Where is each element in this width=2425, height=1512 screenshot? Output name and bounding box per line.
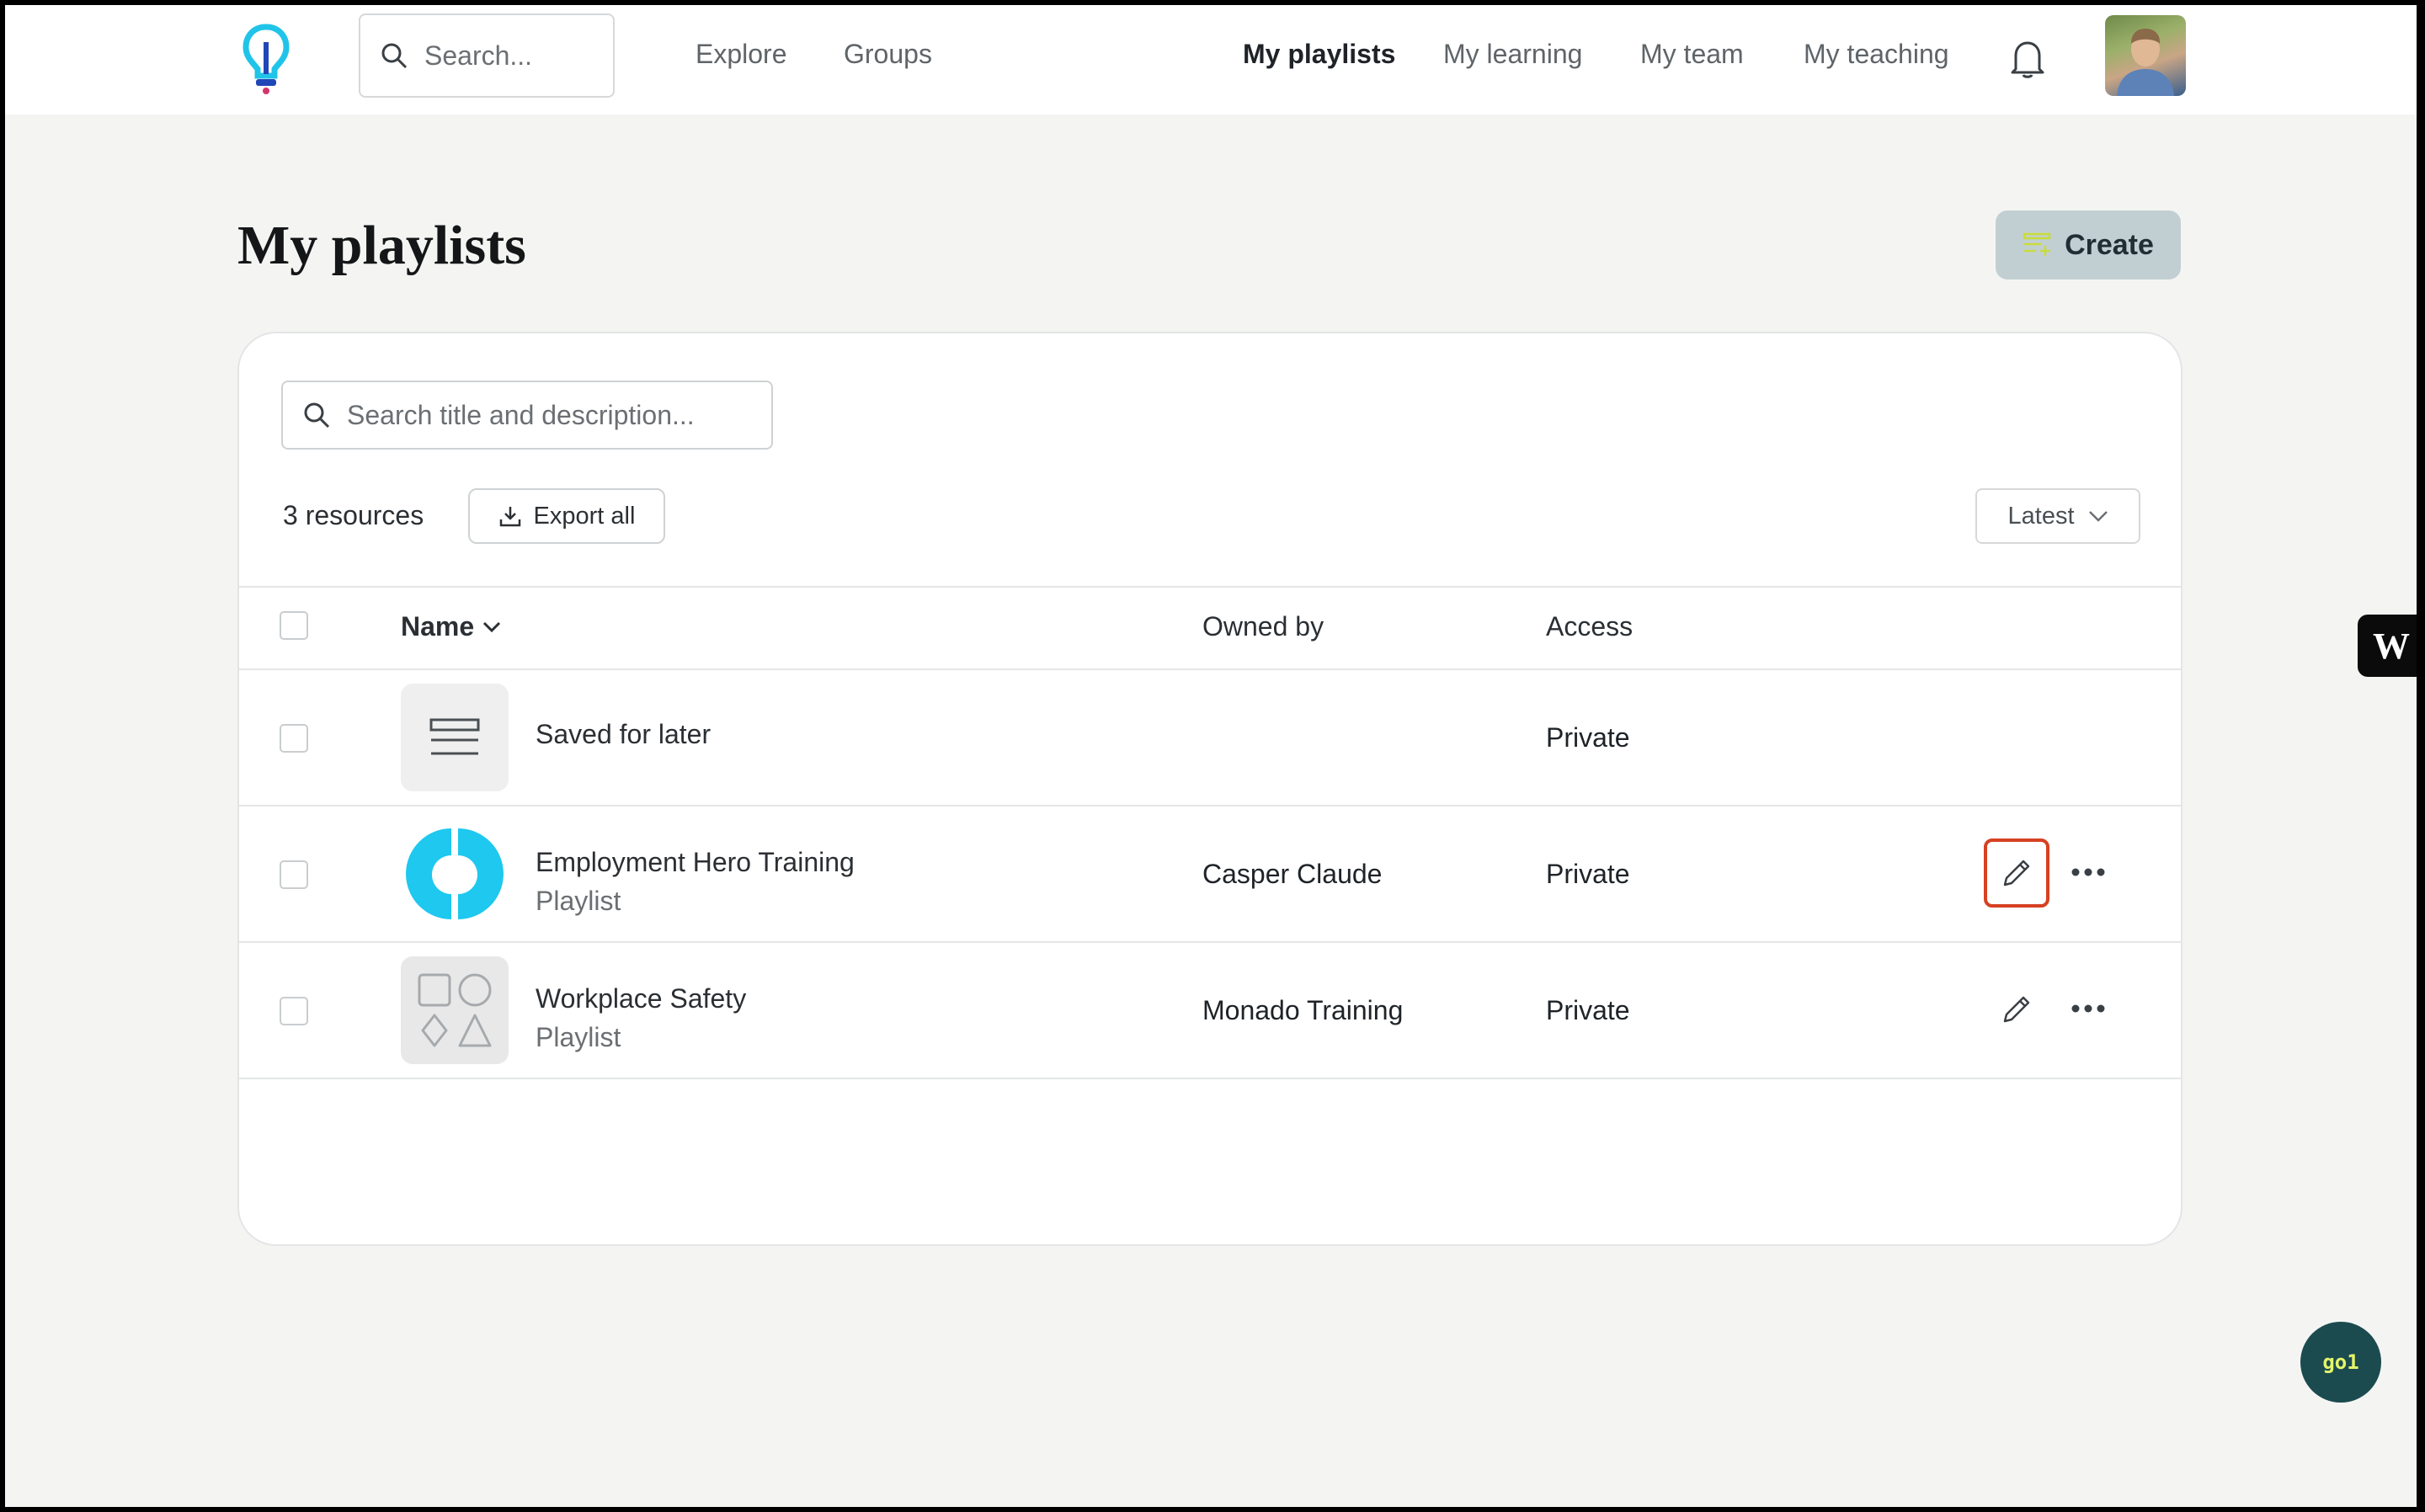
global-search-input[interactable]: Search... [359,13,615,98]
column-header-access: Access [1546,611,1634,642]
chevron-down-icon [2088,511,2108,522]
user-avatar[interactable] [2105,15,2186,96]
search-icon [304,402,330,429]
row-title[interactable]: Workplace Safety [536,983,746,1014]
sort-dropdown[interactable]: Latest [1975,488,2140,544]
more-options-button[interactable] [2063,855,2113,889]
w-widget-button[interactable]: W [2358,615,2417,677]
go1-chat-button[interactable]: go1 [2300,1322,2381,1403]
pencil-icon [2003,860,2030,886]
row-access: Private [1546,859,1630,889]
column-header-name-label: Name [401,611,475,642]
notification-bell-icon[interactable] [2009,39,2046,79]
nav-link-groups[interactable]: Groups [844,39,932,70]
pencil-icon [2003,996,2030,1023]
more-options-button[interactable] [2063,992,2113,1025]
page-title: My playlists [237,215,526,276]
playlist-search-input[interactable]: Search title and description... [281,381,773,450]
lightbulb-logo-icon[interactable] [241,24,291,94]
create-button[interactable]: Create [1996,210,2181,280]
edit-button[interactable] [1984,975,2049,1044]
row-owner: Monado Training [1202,995,1404,1025]
resource-count: 3 resources [283,500,424,530]
column-header-name[interactable]: Name [401,611,501,642]
row-owner: Casper Claude [1202,859,1383,889]
sort-value: Latest [2007,502,2075,530]
export-all-button[interactable]: Export all [468,488,665,544]
shapes-icon [401,956,509,1064]
nav-link-my-team[interactable]: My team [1640,39,1744,70]
search-icon [381,43,408,69]
column-header-owned-by: Owned by [1202,611,1324,642]
table-divider [239,805,2181,807]
more-horizontal-icon [2071,1004,2105,1013]
select-all-checkbox[interactable] [280,611,308,640]
avatar-portrait-icon [2117,29,2174,96]
playlists-card: Search title and description... 3 resour… [237,332,2182,1246]
employment-hero-logo [401,820,509,928]
nav-link-my-playlists[interactable]: My playlists [1243,39,1395,70]
row-subtitle: Playlist [536,886,621,916]
row-subtitle: Playlist [536,1022,621,1052]
nav-link-explore[interactable]: Explore [696,39,787,70]
top-navigation: Search... Explore Groups My playlists My… [5,5,2417,114]
edit-button[interactable] [1984,839,2049,908]
table-divider [239,668,2181,670]
app-window: Search... Explore Groups My playlists My… [5,5,2417,1507]
chevron-down-icon [483,621,501,632]
nav-link-my-teaching[interactable]: My teaching [1804,39,1949,70]
export-all-label: Export all [533,502,636,530]
row-title[interactable]: Employment Hero Training [536,847,855,878]
download-icon [499,507,520,527]
list-icon [401,684,509,791]
row-checkbox[interactable] [280,997,308,1025]
w-logo-icon: W [2373,625,2410,667]
playlist-search-placeholder: Search title and description... [347,399,695,430]
row-access: Private [1546,995,1630,1025]
row-checkbox[interactable] [280,860,308,889]
table-divider [239,586,2181,588]
search-placeholder: Search... [424,40,533,71]
table-divider [239,941,2181,943]
row-title[interactable]: Saved for later [536,719,711,750]
create-playlist-icon [2023,232,2051,256]
go1-logo-icon: go1 [2322,1350,2359,1374]
row-checkbox[interactable] [280,724,308,753]
table-divider [239,1078,2181,1079]
create-button-label: Create [2065,228,2154,261]
nav-link-my-learning[interactable]: My learning [1443,39,1582,70]
more-horizontal-icon [2071,868,2105,876]
row-access: Private [1546,722,1630,753]
